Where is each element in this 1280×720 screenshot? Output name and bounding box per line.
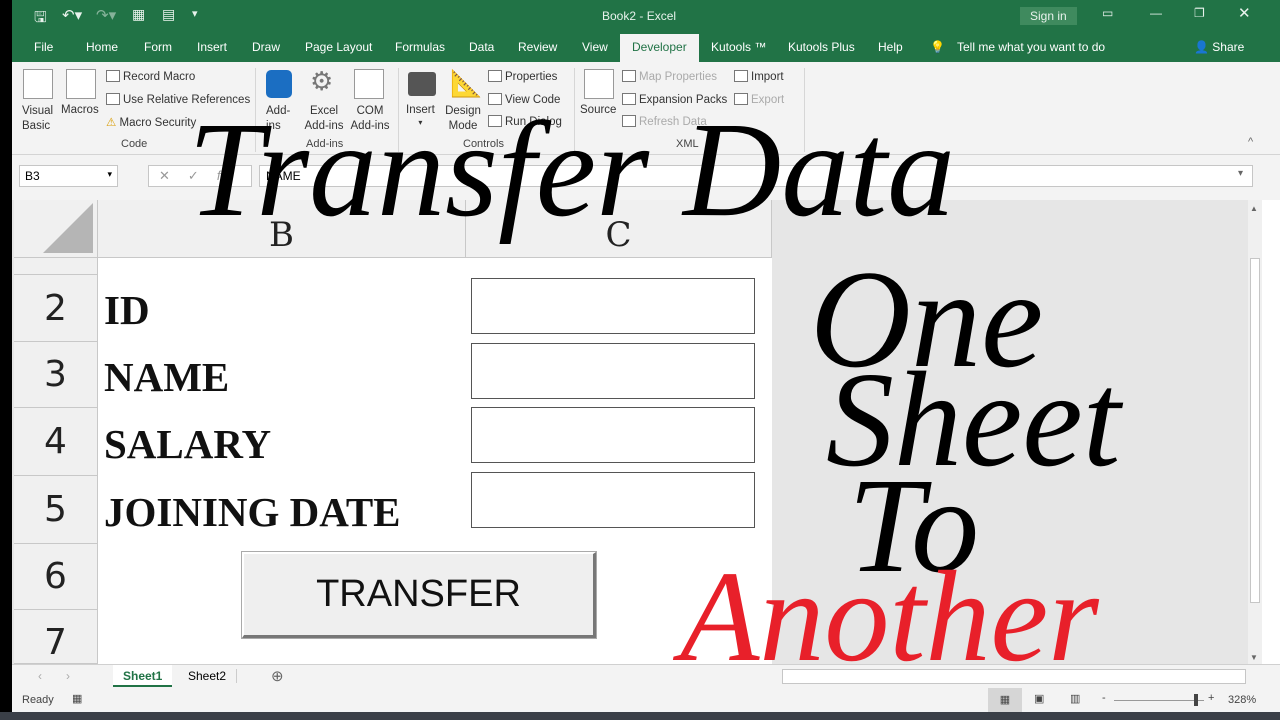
redo-icon[interactable]: ↷▾ — [96, 6, 116, 24]
row-header-7[interactable]: 7 — [14, 610, 98, 664]
add-sheet-icon[interactable]: ⊕ — [271, 667, 284, 685]
tab-kutools[interactable]: Kutools ™ — [699, 32, 778, 62]
row-header-3[interactable]: 3 — [14, 342, 98, 408]
table-icon[interactable]: ▤ — [162, 6, 175, 23]
status-ready: Ready — [22, 694, 54, 706]
window-title: Book2 - Excel — [602, 9, 677, 23]
ribbon-display-icon[interactable]: ▭ — [1102, 6, 1113, 20]
zoom-in-icon[interactable]: + — [1208, 692, 1214, 704]
record-icon — [106, 70, 120, 82]
customize-qat-icon[interactable]: ▾ — [192, 7, 198, 20]
scroll-down-icon[interactable]: ▼ — [1250, 653, 1258, 662]
label-joining-date: JOINING DATE — [104, 489, 401, 535]
toolbox-icon — [408, 72, 436, 96]
save-icon[interactable]: 🖫 — [34, 7, 47, 32]
id-input[interactable] — [471, 278, 755, 334]
cancel-icon[interactable]: ✕ — [159, 168, 188, 183]
relative-icon — [106, 93, 120, 105]
zoom-slider-thumb[interactable] — [1194, 694, 1198, 706]
zoom-slider[interactable] — [1114, 700, 1204, 701]
group-code-label: Code — [121, 138, 148, 150]
next-sheet-icon[interactable]: › — [66, 669, 70, 683]
macros-button[interactable]: Macros — [61, 104, 99, 116]
lightbulb-icon: 💡 — [930, 40, 945, 54]
close-icon[interactable]: ✕ — [1238, 4, 1251, 22]
select-all-triangle-icon — [43, 203, 93, 253]
page-break-view-icon[interactable]: ▥ — [1070, 692, 1080, 705]
expand-formula-icon[interactable]: ▾ — [1238, 168, 1243, 179]
select-all-button[interactable] — [14, 200, 98, 258]
properties-button[interactable]: Properties — [488, 70, 557, 83]
title-bar: 🖫 ↶▾ ↷▾ ▦ ▤ ▾ Book2 - Excel Sign in ▭ — … — [12, 0, 1280, 32]
collapse-ribbon-icon[interactable]: ^ — [1248, 136, 1253, 148]
joining-date-input[interactable] — [471, 472, 755, 528]
row-header-2[interactable]: 2 — [14, 275, 98, 342]
name-input[interactable] — [471, 343, 755, 399]
sheet-tab-sheet1[interactable]: Sheet1 — [113, 665, 173, 687]
tab-file[interactable]: File — [22, 32, 65, 62]
chevron-down-icon[interactable]: ▾ — [107, 169, 112, 180]
row-header-6[interactable]: 6 — [14, 544, 98, 610]
taskbar — [0, 712, 1280, 720]
record-macro-button[interactable]: Record Macro — [106, 70, 195, 83]
tab-review[interactable]: Review — [506, 32, 569, 62]
tab-page-layout[interactable]: Page Layout — [293, 32, 384, 62]
tell-me-input[interactable]: Tell me what you want to do — [957, 40, 1105, 54]
import-button[interactable]: Import — [734, 70, 784, 83]
row-header-4[interactable]: 4 — [14, 408, 98, 476]
undo-icon[interactable]: ↶▾ — [62, 6, 82, 24]
tab-insert[interactable]: Insert — [185, 32, 239, 62]
map-properties-icon — [622, 70, 636, 82]
macros-icon — [66, 69, 96, 99]
properties-icon — [488, 70, 502, 82]
tab-draw[interactable]: Draw — [240, 32, 292, 62]
salary-input[interactable] — [471, 407, 755, 463]
addins-icon — [266, 70, 292, 98]
warning-icon: ⚠ — [106, 117, 117, 129]
label-id: ID — [104, 287, 150, 333]
ribbon-tabs: File Home Form Insert Draw Page Layout F… — [12, 32, 1280, 62]
row-header-5[interactable]: 5 — [14, 476, 98, 544]
row-header-1[interactable] — [14, 258, 98, 275]
page-layout-view-icon[interactable]: ▣ — [1034, 692, 1044, 705]
import-icon — [734, 70, 748, 82]
scroll-up-icon[interactable]: ▲ — [1250, 204, 1258, 213]
zoom-level[interactable]: 328% — [1228, 694, 1256, 706]
scroll-thumb[interactable] — [1250, 258, 1260, 603]
zoom-out-icon[interactable]: - — [1102, 692, 1106, 704]
tab-view[interactable]: View — [570, 32, 620, 62]
visual-basic-button[interactable]: Visual Basic — [22, 104, 56, 134]
sign-in-button[interactable]: Sign in — [1020, 7, 1077, 25]
sheet-tab-sheet2[interactable]: Sheet2 — [178, 669, 238, 683]
person-icon: 👤 — [1194, 40, 1209, 54]
tab-help[interactable]: Help — [866, 32, 915, 62]
share-button[interactable]: 👤 Share — [1194, 40, 1244, 54]
label-salary: SALARY — [104, 421, 272, 467]
tab-home[interactable]: Home — [74, 32, 130, 62]
minimize-icon[interactable]: — — [1150, 6, 1162, 20]
gear-icon: ⚙ — [310, 66, 334, 96]
status-bar: Ready ▦ ▦ ▣ ▥ - + 328% — [12, 688, 1280, 712]
overlay-line-another: Another — [680, 545, 1099, 689]
macro-security-button[interactable]: ⚠ Macro Security — [106, 115, 196, 129]
map-properties-button[interactable]: Map Properties — [622, 70, 717, 83]
tab-formulas[interactable]: Formulas — [383, 32, 457, 62]
vertical-scrollbar[interactable]: ▲ ▼ — [1248, 200, 1262, 664]
prev-sheet-icon[interactable]: ‹ — [38, 669, 42, 683]
tab-kutools-plus[interactable]: Kutools Plus — [776, 32, 867, 62]
overlay-title: Transfer Data — [188, 95, 956, 245]
tab-data[interactable]: Data — [457, 32, 506, 62]
tab-developer[interactable]: Developer — [620, 34, 699, 62]
maximize-icon[interactable]: ❐ — [1194, 6, 1205, 20]
form-icon[interactable]: ▦ — [132, 6, 145, 23]
label-name: NAME — [104, 354, 230, 400]
tab-form[interactable]: Form — [132, 32, 184, 62]
transfer-button[interactable]: TRANSFER — [241, 551, 597, 639]
visual-basic-icon — [23, 69, 53, 99]
name-box[interactable]: B3 ▾ — [19, 165, 118, 187]
normal-view-icon[interactable]: ▦ — [988, 688, 1022, 712]
macro-recording-icon[interactable]: ▦ — [72, 692, 82, 705]
